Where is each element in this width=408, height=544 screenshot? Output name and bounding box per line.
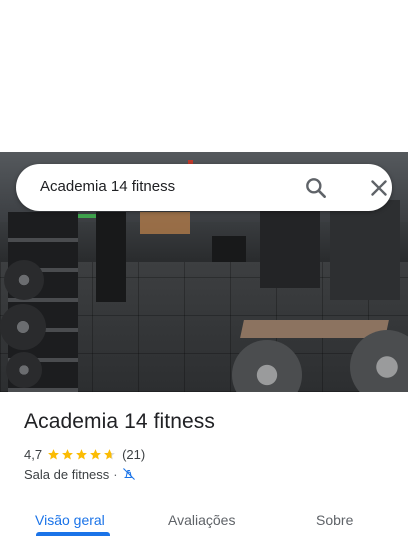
photo-plate	[0, 304, 46, 350]
search-bar[interactable]: Academia 14 fitness	[16, 164, 392, 211]
tab-reviews[interactable]: Avaliações	[168, 512, 235, 528]
search-query-text[interactable]: Academia 14 fitness	[40, 178, 175, 195]
tab-about[interactable]: Sobre	[316, 512, 353, 528]
star-icon	[62, 448, 73, 459]
photo-plate	[4, 260, 44, 300]
place-title: Academia 14 fitness	[24, 410, 216, 433]
place-tabs: Visão geral Avaliações Sobre	[0, 500, 408, 544]
rating-value: 4,7	[24, 446, 43, 462]
star-half-icon	[104, 448, 115, 459]
rating-row[interactable]: 4,7 (21)	[24, 445, 145, 463]
star-icon	[76, 448, 87, 459]
star-icon	[48, 448, 59, 459]
star-rating	[47, 448, 117, 461]
photo-machine	[330, 200, 400, 300]
no-delivery-icon	[122, 468, 135, 480]
photo-wood-panel	[140, 212, 190, 234]
review-count[interactable]: (21)	[122, 447, 145, 462]
photo-machine	[260, 208, 320, 288]
search-icon[interactable]	[303, 175, 329, 201]
star-icon	[90, 448, 101, 459]
photo-machine	[96, 212, 126, 302]
separator: ·	[113, 466, 118, 482]
active-tab-indicator	[36, 532, 110, 536]
place-category[interactable]: Sala de fitness	[24, 467, 109, 482]
category-row: Sala de fitness ·	[24, 465, 136, 483]
place-info-panel: Academia 14 fitness 4,7 (21) Sala de fit…	[0, 392, 408, 544]
tab-overview[interactable]: Visão geral	[35, 512, 105, 528]
photo-machine	[212, 236, 246, 262]
photo-plate	[6, 352, 42, 388]
close-icon[interactable]	[366, 175, 392, 201]
blank-header-area	[0, 0, 408, 152]
